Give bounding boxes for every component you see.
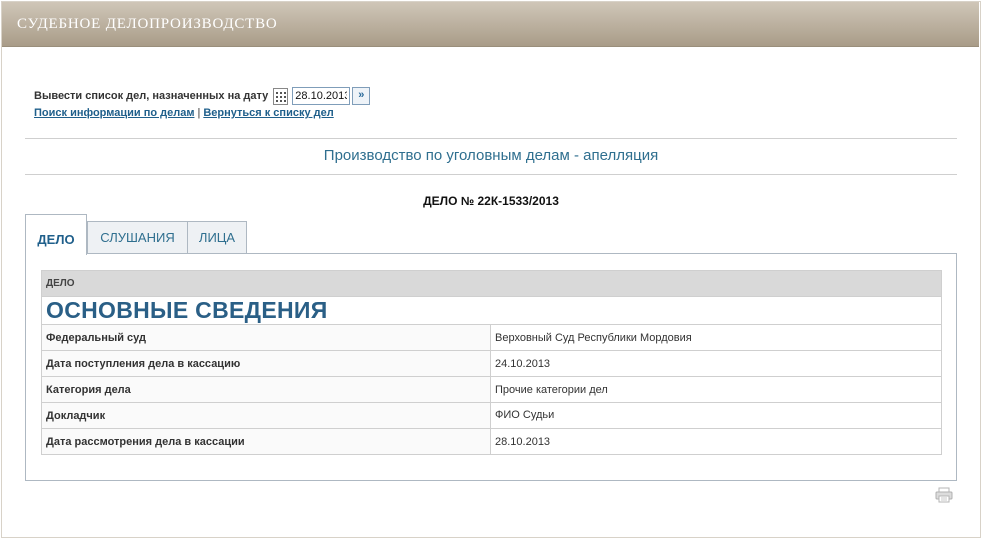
back-to-list-link[interactable]: Вернуться к списку дел — [203, 107, 333, 119]
table-row: Категория дела Прочие категории дел — [41, 376, 942, 403]
case-panel: ДЕЛО ОСНОВНЫЕ СВЕДЕНИЯ Федеральный суд В… — [25, 253, 957, 481]
links-row: Поиск информации по делам | Вернуться к сп… — [34, 107, 334, 119]
row-label: Федеральный суд — [41, 324, 491, 351]
row-label: Докладчик — [41, 402, 491, 429]
date-filter: Вывести список дел, назначенных на дату … — [34, 86, 371, 106]
table-row: Докладчик ФИО Судьи — [41, 402, 942, 429]
go-button[interactable]: » — [352, 87, 371, 105]
row-label: Дата рассмотрения дела в кассации — [41, 428, 491, 455]
table-row: Федеральный суд Верховный Суд Республики… — [41, 324, 942, 351]
tab-hearings[interactable]: СЛУШАНИЯ — [87, 221, 188, 253]
double-chevron-right-icon: » — [358, 89, 365, 101]
table-heading-row: ОСНОВНЫЕ СВЕДЕНИЯ — [41, 296, 942, 325]
printer-icon[interactable] — [935, 487, 953, 503]
table-row: Дата поступления дела в кассацию 24.10.2… — [41, 350, 942, 377]
row-value: 28.10.2013 — [490, 428, 942, 455]
row-value: 24.10.2013 — [490, 350, 942, 377]
row-value: Верховный Суд Республики Мордовия — [490, 324, 942, 351]
row-value-cell: ФИО Судьи — [490, 402, 942, 429]
search-cases-link[interactable]: Поиск информации по делам — [34, 107, 194, 119]
table-heading: ОСНОВНЫЕ СВЕДЕНИЯ — [41, 296, 942, 325]
redaction-block — [556, 409, 667, 422]
calendar-icon[interactable] — [273, 87, 289, 105]
link-separator: | — [197, 107, 201, 119]
date-input[interactable] — [292, 87, 351, 105]
header-title: СУДЕБНОЕ ДЕЛОПРОИЗВОДСТВО — [17, 16, 278, 32]
table-header: ДЕЛО — [41, 270, 942, 297]
divider-bottom — [25, 174, 957, 175]
table-header-row: ДЕЛО — [41, 270, 942, 297]
section-title: Производство по уголовным делам - апелля… — [323, 147, 659, 164]
row-value: ФИО Судьи — [495, 409, 555, 422]
case-info-table: ДЕЛО ОСНОВНЫЕ СВЕДЕНИЯ Федеральный суд В… — [41, 270, 942, 455]
header-bar: СУДЕБНОЕ ДЕЛОПРОИЗВОДСТВО — [2, 2, 979, 47]
table-row: Дата рассмотрения дела в кассации 28.10.… — [41, 428, 942, 455]
row-label: Категория дела — [41, 376, 491, 403]
row-label: Дата поступления дела в кассацию — [41, 350, 491, 377]
divider-top — [25, 138, 957, 139]
row-value: Прочие категории дел — [490, 376, 942, 403]
case-number: ДЕЛО № 22К-1533/2013 — [423, 194, 559, 208]
date-filter-label: Вывести список дел, назначенных на дату — [34, 90, 269, 102]
tab-case[interactable]: ДЕЛО — [25, 214, 87, 255]
tab-persons[interactable]: ЛИЦА — [187, 221, 247, 253]
